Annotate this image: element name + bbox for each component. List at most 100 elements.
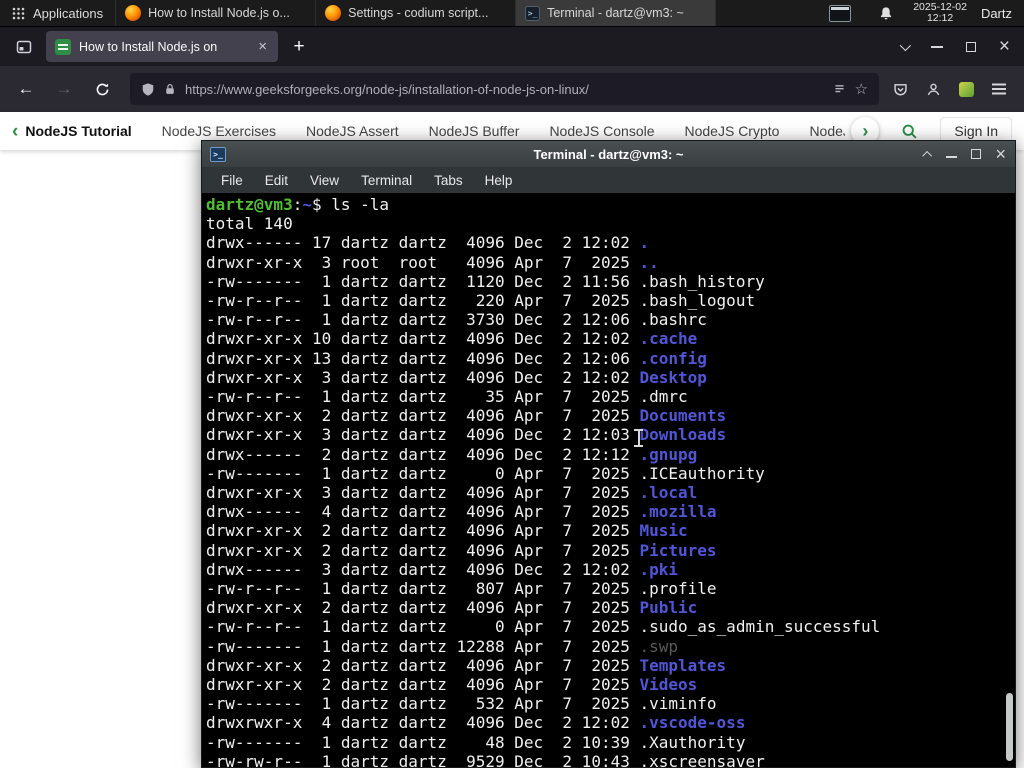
- menu-tabs[interactable]: Tabs: [434, 173, 463, 188]
- terminal-line: drwxr-xr-x 2 dartz dartz 4096 Apr 7 2025…: [206, 675, 698, 695]
- reload-button[interactable]: [86, 74, 118, 104]
- terminal-line: -rw-r--r-- 1 dartz dartz 0 Apr 7 2025 .s…: [206, 617, 881, 637]
- clock-time: 12:12: [926, 12, 954, 24]
- back-button[interactable]: ←: [10, 74, 42, 104]
- url-text[interactable]: https://www.geeksforgeeks.org/node-js/in…: [185, 82, 824, 97]
- pocket-icon[interactable]: [893, 82, 908, 97]
- reader-view-icon[interactable]: [833, 83, 846, 96]
- new-tab-button[interactable]: +: [286, 34, 312, 60]
- menu-help[interactable]: Help: [485, 173, 513, 188]
- menu-edit[interactable]: Edit: [265, 173, 288, 188]
- site-nav-items: ‹ NodeJS Tutorial NodeJS Exercises NodeJ…: [12, 122, 845, 141]
- terminal-title: Terminal - dartz@vm3: ~: [533, 146, 684, 162]
- file-name: .vscode-oss: [639, 713, 746, 733]
- taskbar-item-settings[interactable]: Settings - codium script...: [316, 0, 517, 26]
- site-nav-active-item[interactable]: ‹ NodeJS Tutorial: [12, 122, 132, 141]
- terminal-window: >_ Terminal - dartz@vm3: ~ × File Edit V…: [201, 140, 1016, 768]
- ibeam-bottom: [634, 445, 643, 447]
- clock[interactable]: 2025-12-02 12:12: [913, 1, 967, 25]
- terminal-line: -rw------- 1 dartz dartz 532 Apr 7 2025 …: [206, 694, 717, 714]
- menu-terminal[interactable]: Terminal: [361, 173, 412, 188]
- file-name: Music: [639, 521, 688, 541]
- file-name: .Xauthority: [639, 732, 746, 752]
- terminal-line: -rw------- 1 dartz dartz 12288 Apr 7 202…: [206, 636, 679, 656]
- site-nav-item[interactable]: NodeJS Assert: [306, 123, 399, 139]
- window-minimize-button[interactable]: [930, 45, 943, 48]
- menu-hamburger-icon[interactable]: [992, 88, 1006, 90]
- file-name: .bash_history: [639, 271, 765, 291]
- notification-bell-icon[interactable]: [879, 6, 893, 21]
- prompt-line: dartz@vm3:~$ ls -la: [206, 195, 1015, 214]
- file-name: .profile: [639, 579, 717, 599]
- extension-icon[interactable]: [959, 81, 974, 97]
- site-nav-item[interactable]: NodeJS Console: [549, 123, 654, 139]
- menu-file[interactable]: File: [221, 173, 243, 188]
- chevron-left-icon[interactable]: ‹: [12, 122, 18, 141]
- site-nav-item[interactable]: NodeJS Crypto: [685, 123, 780, 139]
- terminal-app-icon: >_: [210, 146, 226, 162]
- file-name: .bash_logout: [639, 291, 756, 311]
- terminal-shade-button[interactable]: [922, 150, 933, 161]
- file-name: .viminfo: [639, 694, 717, 714]
- user-menu[interactable]: Dartz: [981, 6, 1012, 21]
- tab-title: How to Install Node.js on: [79, 39, 249, 54]
- terminal-screen[interactable]: dartz@vm3:~$ ls -la total 140 drwx------…: [202, 193, 1015, 767]
- terminal-line: -rw------- 1 dartz dartz 0 Apr 7 2025 .I…: [206, 463, 765, 483]
- terminal-line: drwxrwxr-x 4 dartz dartz 4096 Dec 2 12:0…: [206, 713, 746, 733]
- terminal-line: drwxr-xr-x 2 dartz dartz 4096 Apr 7 2025…: [206, 655, 727, 675]
- window-close-button[interactable]: ×: [999, 37, 1010, 56]
- file-name: .sudo_as_admin_successful: [639, 617, 881, 637]
- terminal-line: drwxr-xr-x 3 root root 4096 Apr 7 2025 .…: [206, 252, 659, 272]
- browser-tab[interactable]: How to Install Node.js on ×: [46, 31, 278, 62]
- terminal-line: drwxr-xr-x 2 dartz dartz 4096 Apr 7 2025…: [206, 521, 688, 541]
- prompt-symbol: $: [311, 195, 332, 214]
- tab-close-icon[interactable]: ×: [256, 38, 269, 55]
- site-nav-item[interactable]: NodeJS Exercises: [162, 123, 276, 139]
- taskbar-item-terminal[interactable]: >_ Terminal - dartz@vm3: ~: [516, 0, 717, 26]
- file-name: .bashrc: [639, 310, 707, 330]
- applications-menu[interactable]: Applications: [0, 0, 117, 26]
- mouse-cursor: [634, 429, 643, 447]
- firefox-icon: [125, 5, 142, 21]
- list-tabs-chevron-icon[interactable]: [899, 39, 911, 51]
- terminal-titlebar[interactable]: >_ Terminal - dartz@vm3: ~ ×: [202, 141, 1015, 167]
- browser-toolbar: ← → https://www.geeksforgeeks.org/node-j…: [0, 66, 1024, 112]
- url-bar[interactable]: https://www.geeksforgeeks.org/node-js/in…: [130, 73, 879, 105]
- panel-terminal-launcher[interactable]: [825, 2, 855, 24]
- bookmark-star-icon[interactable]: ☆: [855, 80, 868, 98]
- terminal-close-button[interactable]: ×: [995, 145, 1006, 163]
- file-name: .local: [639, 483, 698, 503]
- terminal-maximize-button[interactable]: [971, 149, 982, 159]
- account-icon[interactable]: [926, 82, 941, 97]
- shield-icon[interactable]: [141, 82, 155, 97]
- applications-label: Applications: [33, 5, 104, 21]
- site-nav-item[interactable]: NodeJS Buffer: [429, 123, 520, 139]
- taskbar-item-browser[interactable]: How to Install Node.js o...: [116, 0, 317, 26]
- terminal-line: -rw-r--r-- 1 dartz dartz 35 Apr 7 2025 .…: [206, 387, 688, 407]
- terminal-line: drwxr-xr-x 10 dartz dartz 4096 Dec 2 12:…: [206, 329, 698, 349]
- file-name: .dmrc: [639, 387, 688, 407]
- menu-view[interactable]: View: [310, 173, 339, 188]
- file-name: .: [639, 233, 650, 253]
- terminal-line: -rw-rw-r-- 1 dartz dartz 9529 Dec 2 10:4…: [206, 752, 1015, 767]
- taskbar-item-title: How to Install Node.js o...: [148, 6, 290, 20]
- applications-grid-icon: [12, 7, 25, 20]
- terminal-line: -rw-r--r-- 1 dartz dartz 220 Apr 7 2025 …: [206, 291, 756, 311]
- file-name: Videos: [639, 675, 698, 695]
- file-name: .mozilla: [639, 502, 717, 522]
- file-name: .ICEauthority: [639, 463, 765, 483]
- terminal-minimize-button[interactable]: [946, 156, 958, 158]
- lock-icon[interactable]: [164, 82, 176, 96]
- firefox-view-icon[interactable]: [10, 33, 38, 61]
- scrollbar-thumb[interactable]: [1006, 693, 1013, 761]
- window-maximize-button[interactable]: [965, 41, 976, 52]
- file-name: .xscreensaver: [639, 751, 765, 767]
- search-icon[interactable]: [901, 123, 918, 140]
- tabbar-right-controls: ×: [899, 37, 1014, 56]
- terminal-line: drwxr-xr-x 13 dartz dartz 4096 Dec 2 12:…: [206, 348, 707, 368]
- terminal-line: drwxr-xr-x 2 dartz dartz 4096 Apr 7 2025…: [206, 540, 717, 560]
- site-nav-item[interactable]: NodeJS DNS: [809, 123, 845, 139]
- prompt-separator: :: [292, 195, 303, 214]
- desktop: Applications How to Install Node.js o...…: [0, 0, 1024, 768]
- terminal-line: -rw------- 1 dartz dartz 48 Dec 2 10:39 …: [206, 732, 746, 752]
